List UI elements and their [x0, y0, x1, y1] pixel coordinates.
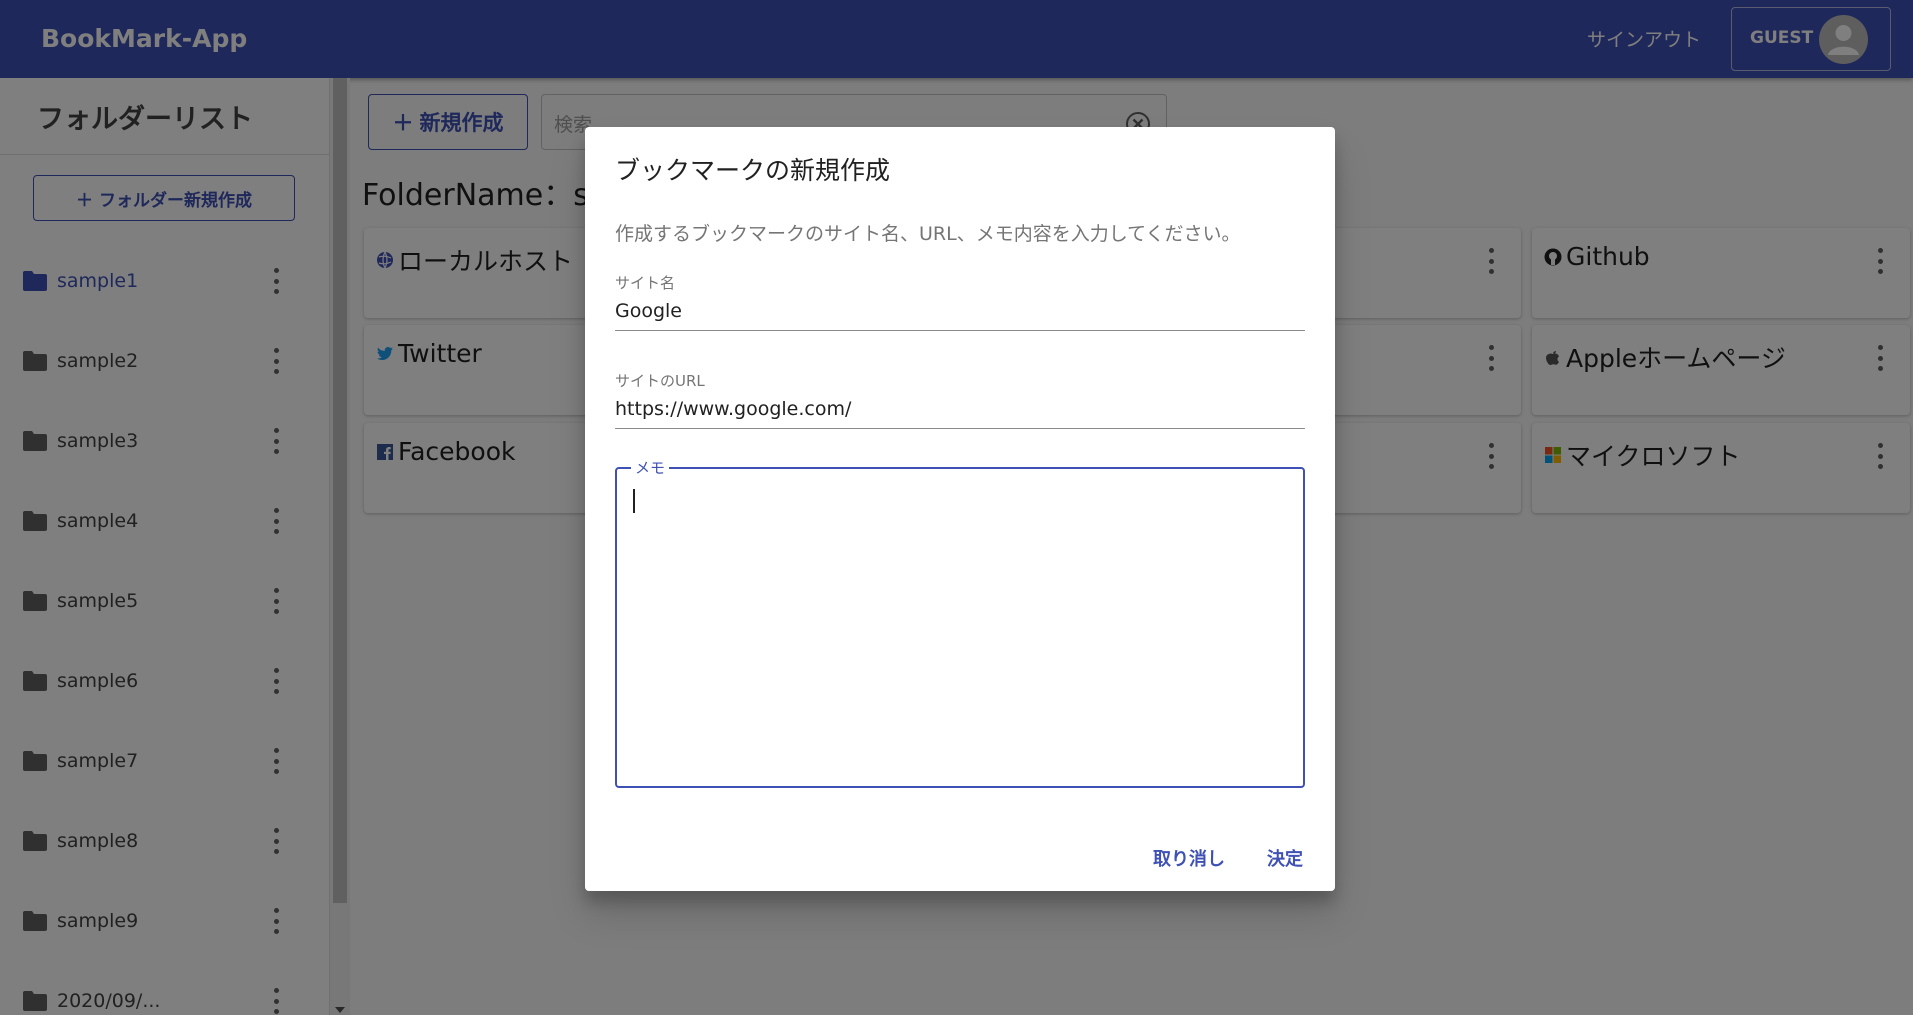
text-cursor — [633, 489, 635, 513]
site-name-field[interactable]: Google — [615, 300, 682, 322]
site-url-field[interactable]: https://www.google.com/ — [615, 398, 851, 420]
memo-textarea[interactable]: メモ — [615, 457, 1305, 788]
site-name-label: サイト名 — [615, 274, 676, 292]
dialog-description: 作成するブックマークのサイト名、URL、メモ内容を入力してください。 — [615, 223, 1241, 245]
site-name-underline — [615, 330, 1305, 331]
cancel-button[interactable]: 取り消し — [1153, 845, 1225, 871]
memo-label: メモ — [631, 457, 670, 478]
site-url-underline — [615, 428, 1305, 429]
new-bookmark-dialog: ブックマークの新規作成 作成するブックマークのサイト名、URL、メモ内容を入力し… — [585, 127, 1335, 891]
dialog-title: ブックマークの新規作成 — [615, 156, 891, 185]
confirm-button[interactable]: 決定 — [1267, 845, 1303, 871]
site-url-label: サイトのURL — [615, 372, 705, 390]
